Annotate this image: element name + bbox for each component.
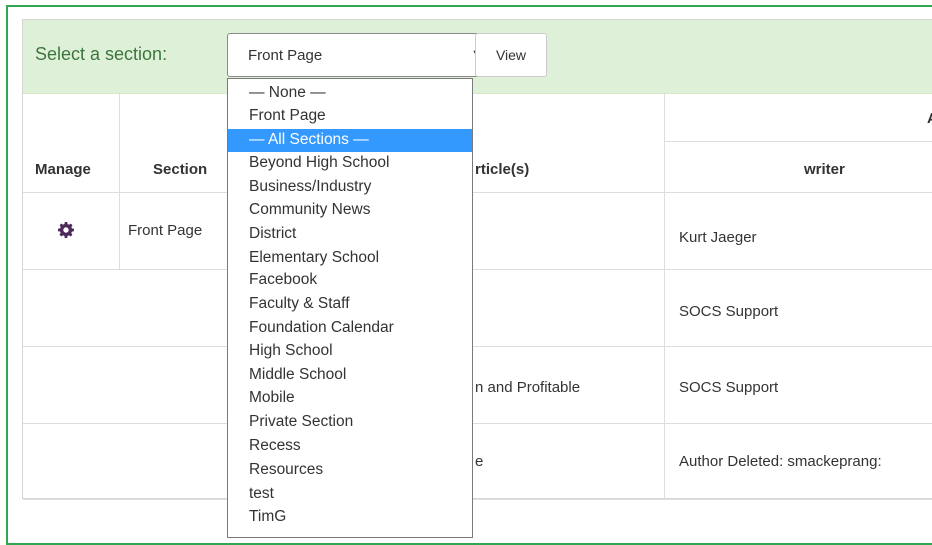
row-1-writer: Kurt Jaeger	[679, 229, 757, 246]
articles-header: rticle(s)	[475, 161, 530, 178]
dropdown-option[interactable]: test	[228, 483, 472, 506]
row-3-writer: SOCS Support	[679, 379, 779, 396]
dropdown-option[interactable]: — None —	[228, 82, 472, 105]
section-select-label: Select a section:	[35, 44, 168, 64]
manage-header: Manage	[35, 161, 91, 178]
dropdown-option[interactable]: Beyond High School	[228, 152, 472, 175]
dropdown-option[interactable]: Business/Industry	[228, 176, 472, 199]
panel-header: Select a section: Front Page ▼ View	[23, 20, 932, 94]
row-4-writer: Author Deleted: smackeprang:	[679, 453, 882, 470]
row-1-section: Front Page	[128, 222, 203, 239]
dropdown-option-highlighted[interactable]: — All Sections —	[228, 129, 472, 153]
dropdown-option[interactable]: Facebook	[228, 269, 472, 292]
row-divider-1	[23, 269, 932, 270]
header-divider	[23, 192, 932, 193]
dropdown-option[interactable]: Elementary School	[228, 247, 472, 270]
section-dropdown-list[interactable]: — None — Front Page — All Sections — Bey…	[227, 78, 473, 538]
group-header-partial: A	[927, 110, 932, 127]
dropdown-option[interactable]: High School	[228, 340, 472, 363]
dropdown-option[interactable]: District	[228, 223, 472, 246]
view-button[interactable]: View	[475, 33, 547, 77]
dropdown-option[interactable]: Middle School	[228, 364, 472, 387]
section-manager-panel: Select a section: Front Page ▼ View Mana…	[22, 19, 932, 500]
dropdown-option[interactable]: Recess	[228, 435, 472, 458]
gear-icon[interactable]	[58, 222, 74, 238]
row-2-writer: SOCS Support	[679, 303, 779, 320]
section-select-value: Front Page	[248, 47, 323, 64]
section-header: Section	[153, 161, 208, 178]
row-divider-4	[23, 499, 932, 500]
dropdown-option[interactable]: Foundation Calendar	[228, 317, 472, 340]
dropdown-option[interactable]: Community News	[228, 199, 472, 222]
row-3-article[interactable]: n and Profitable	[475, 379, 580, 396]
dropdown-option[interactable]: Faculty & Staff	[228, 293, 472, 316]
section-select[interactable]: Front Page ▼	[227, 33, 495, 77]
dropdown-option[interactable]: Mobile	[228, 387, 472, 410]
dropdown-option[interactable]: TimG	[228, 506, 472, 529]
dropdown-option[interactable]: Resources	[228, 459, 472, 482]
dropdown-option[interactable]: Private Section	[228, 411, 472, 434]
col-divider-3	[664, 93, 665, 499]
col-divider-1	[119, 93, 120, 269]
writer-header: writer	[804, 161, 845, 178]
row-divider-3	[23, 423, 932, 424]
row-4-article[interactable]: e	[475, 453, 483, 470]
row-divider-2	[23, 346, 932, 347]
dropdown-option[interactable]: Front Page	[228, 105, 472, 128]
group-divider	[664, 141, 932, 142]
